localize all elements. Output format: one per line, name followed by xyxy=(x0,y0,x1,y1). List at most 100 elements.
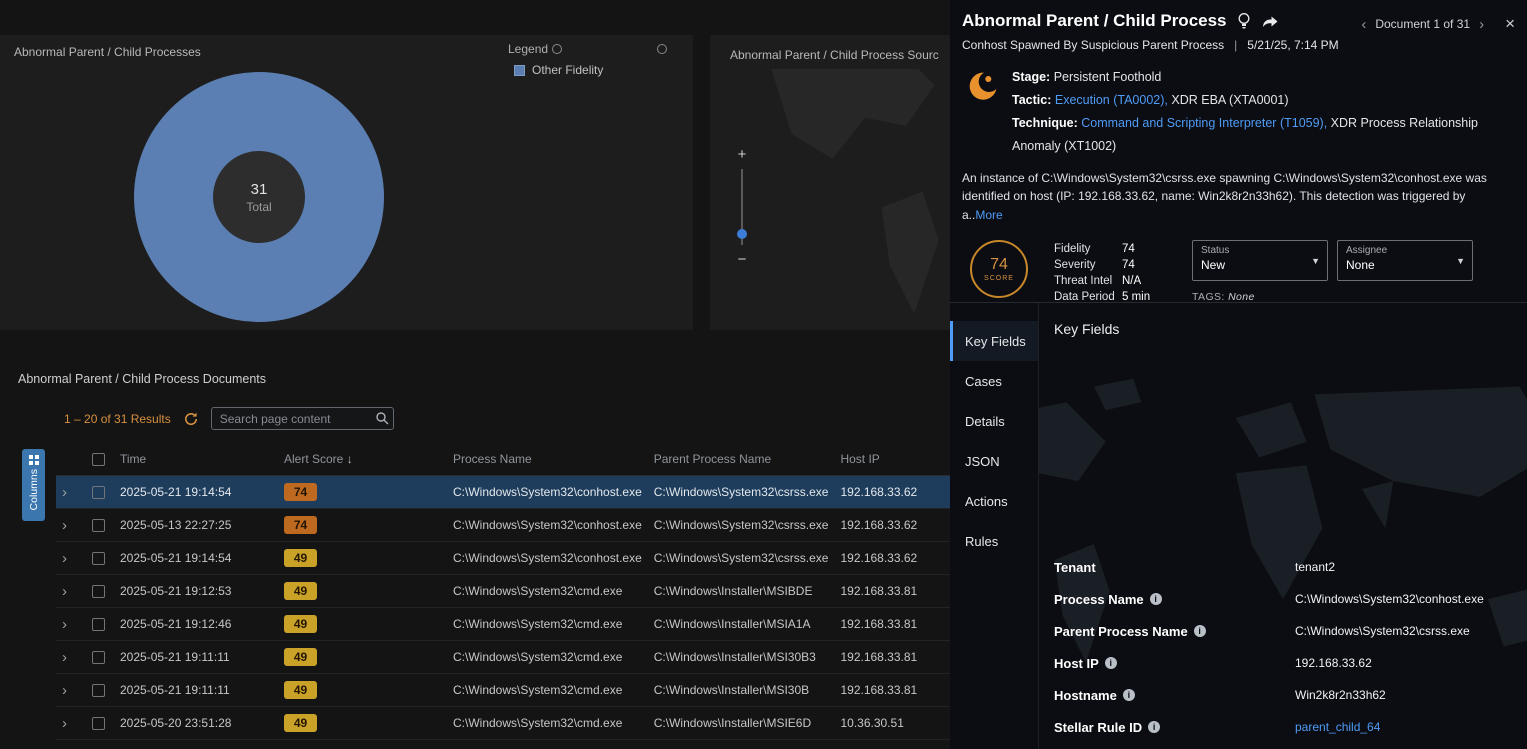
col-header-process-name[interactable]: Process Name xyxy=(447,444,648,476)
zoom-out-button[interactable]: − xyxy=(738,252,747,267)
row-process-name: C:\Windows\System32\conhost.exe xyxy=(447,476,648,509)
row-checkbox[interactable] xyxy=(92,684,105,697)
row-expand-chevron[interactable]: › xyxy=(62,682,67,699)
metric-row: Threat IntelN/A xyxy=(1054,274,1166,290)
tab-key-fields[interactable]: Key Fields xyxy=(950,321,1038,361)
score-value: 74 xyxy=(990,256,1008,274)
select-all-checkbox[interactable] xyxy=(92,453,105,466)
tactic-link[interactable]: Execution (TA0002), xyxy=(1055,93,1168,107)
lightbulb-icon[interactable] xyxy=(1237,12,1251,30)
table-row[interactable]: ›2025-05-21 19:12:5349C:\Windows\System3… xyxy=(56,575,1103,608)
tab-actions[interactable]: Actions xyxy=(950,481,1038,521)
stage-line: Stage: Persistent Foothold xyxy=(1012,66,1511,89)
key-fields-content: Key Fields Tenanttenant2Process NameiC:\… xyxy=(1038,303,1527,749)
row-checkbox[interactable] xyxy=(92,552,105,565)
alert-score-badge: 49 xyxy=(284,648,317,666)
row-checkbox[interactable] xyxy=(92,486,105,499)
info-icon[interactable]: i xyxy=(1123,689,1135,701)
tab-rules[interactable]: Rules xyxy=(950,521,1038,561)
documents-table: Time Alert Score ↓ Process Name Parent P… xyxy=(56,444,1103,740)
tab-details[interactable]: Details xyxy=(950,401,1038,441)
row-process-name: C:\Windows\System32\cmd.exe xyxy=(447,575,648,608)
tab-json[interactable]: JSON xyxy=(950,441,1038,481)
row-time: 2025-05-21 19:14:54 xyxy=(114,542,278,575)
row-process-name: C:\Windows\System32\cmd.exe xyxy=(447,674,648,707)
table-row[interactable]: ›2025-05-21 19:14:5474C:\Windows\System3… xyxy=(56,476,1103,509)
donut-panel-title: Abnormal Parent / Child Processes xyxy=(14,45,201,59)
row-expand-chevron[interactable]: › xyxy=(62,583,67,600)
row-expand-chevron[interactable]: › xyxy=(62,517,67,534)
legend-swatch xyxy=(514,65,525,76)
score-label: SCORE xyxy=(984,275,1014,282)
share-icon[interactable] xyxy=(1261,14,1279,29)
row-parent-process-name: C:\Windows\Installer\MSI30B xyxy=(648,674,835,707)
field-value[interactable]: parent_child_64 xyxy=(1295,720,1380,734)
info-icon[interactable]: i xyxy=(1148,721,1160,733)
alert-score-badge: 74 xyxy=(284,483,317,501)
table-row[interactable]: ›2025-05-21 19:11:1149C:\Windows\System3… xyxy=(56,641,1103,674)
detail-tabs: Key FieldsCasesDetailsJSONActionsRules xyxy=(950,303,1038,749)
info-icon[interactable]: i xyxy=(1150,593,1162,605)
field-label: Tenant xyxy=(1054,560,1295,575)
results-count: 1 – 20 of 31 Results xyxy=(64,412,171,426)
table-row[interactable]: ›2025-05-13 22:27:2574C:\Windows\System3… xyxy=(56,509,1103,542)
row-process-name: C:\Windows\System32\cmd.exe xyxy=(447,707,648,740)
documents-section-title: Abnormal Parent / Child Process Document… xyxy=(18,372,266,386)
donut-total-label: Total xyxy=(246,200,271,214)
next-document-chevron[interactable]: › xyxy=(1479,16,1484,33)
alert-score-badge: 49 xyxy=(284,615,317,633)
close-icon[interactable]: × xyxy=(1505,14,1515,34)
zoom-in-button[interactable]: + xyxy=(738,147,747,162)
row-checkbox[interactable] xyxy=(92,519,105,532)
tab-cases[interactable]: Cases xyxy=(950,361,1038,401)
field-value: tenant2 xyxy=(1295,560,1335,574)
zoom-slider-handle[interactable] xyxy=(737,229,747,239)
col-header-time[interactable]: Time xyxy=(114,444,278,476)
zoom-slider[interactable] xyxy=(741,169,743,245)
table-row[interactable]: ›2025-05-21 19:12:4649C:\Windows\System3… xyxy=(56,608,1103,641)
panel-options-icon[interactable] xyxy=(657,44,667,54)
row-process-name: C:\Windows\System32\conhost.exe xyxy=(447,542,648,575)
col-header-alert-score[interactable]: Alert Score ↓ xyxy=(278,444,447,476)
detail-title: Abnormal Parent / Child Process xyxy=(962,11,1227,31)
row-expand-chevron[interactable]: › xyxy=(62,616,67,633)
info-icon[interactable]: i xyxy=(1194,625,1206,637)
row-expand-chevron[interactable]: › xyxy=(62,484,67,501)
status-dropdown[interactable]: Status New ▼ xyxy=(1192,240,1328,281)
row-parent-process-name: C:\Windows\Installer\MSIA1A xyxy=(648,608,835,641)
field-label: Host IPi xyxy=(1054,656,1295,671)
field-row: Host IPi192.168.33.62 xyxy=(1054,647,1519,679)
alert-score-badge: 49 xyxy=(284,582,317,600)
row-checkbox[interactable] xyxy=(92,585,105,598)
row-checkbox[interactable] xyxy=(92,618,105,631)
prev-document-chevron[interactable]: ‹ xyxy=(1361,16,1366,33)
columns-button[interactable]: Columns xyxy=(22,449,45,521)
field-row: Parent Process NameiC:\Windows\System32\… xyxy=(1054,615,1519,647)
assignee-dropdown[interactable]: Assignee None ▼ xyxy=(1337,240,1473,281)
detail-subtitle: Conhost Spawned By Suspicious Parent Pro… xyxy=(962,38,1224,52)
row-expand-chevron[interactable]: › xyxy=(62,550,67,567)
donut-panel: Abnormal Parent / Child Processes Legend… xyxy=(0,35,693,330)
metric-row: Fidelity74 xyxy=(1054,242,1166,258)
more-link[interactable]: More xyxy=(975,208,1002,222)
alert-score-badge: 74 xyxy=(284,516,317,534)
legend-settings-icon[interactable] xyxy=(552,44,562,54)
refresh-icon[interactable] xyxy=(183,411,199,427)
fidelity-donut-chart[interactable]: 31 Total xyxy=(134,72,384,322)
row-checkbox[interactable] xyxy=(92,717,105,730)
info-icon[interactable]: i xyxy=(1105,657,1117,669)
table-row[interactable]: ›2025-05-21 19:14:5449C:\Windows\System3… xyxy=(56,542,1103,575)
donut-center: 31 Total xyxy=(213,151,305,243)
tactic-rest: XDR EBA (XTA0001) xyxy=(1171,93,1288,107)
detail-timestamp: 5/21/25, 7:14 PM xyxy=(1247,38,1338,52)
table-row[interactable]: ›2025-05-20 23:51:2849C:\Windows\System3… xyxy=(56,707,1103,740)
table-row[interactable]: ›2025-05-21 19:11:1149C:\Windows\System3… xyxy=(56,674,1103,707)
row-expand-chevron[interactable]: › xyxy=(62,715,67,732)
row-checkbox[interactable] xyxy=(92,651,105,664)
row-expand-chevron[interactable]: › xyxy=(62,649,67,666)
col-header-parent-process-name[interactable]: Parent Process Name xyxy=(648,444,835,476)
legend-item-other-fidelity[interactable]: Other Fidelity xyxy=(508,63,603,77)
technique-link[interactable]: Command and Scripting Interpreter (T1059… xyxy=(1081,116,1327,130)
search-input[interactable] xyxy=(211,407,394,430)
row-time: 2025-05-21 19:11:11 xyxy=(114,641,278,674)
